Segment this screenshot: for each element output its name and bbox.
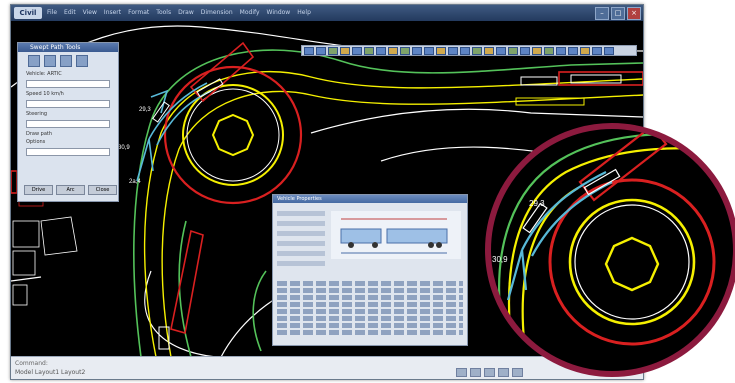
zoom-dimension-label: 29,3	[529, 199, 545, 208]
zoom-inset: 29,3 30,9	[485, 123, 735, 377]
zoom-dimension-label: 30,9	[492, 255, 508, 264]
